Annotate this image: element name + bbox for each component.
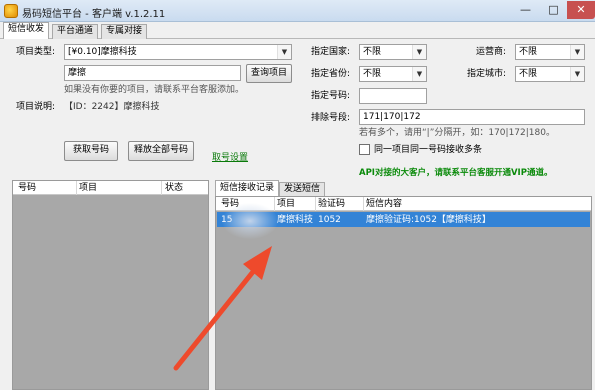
annotation-arrow-icon	[173, 246, 272, 371]
